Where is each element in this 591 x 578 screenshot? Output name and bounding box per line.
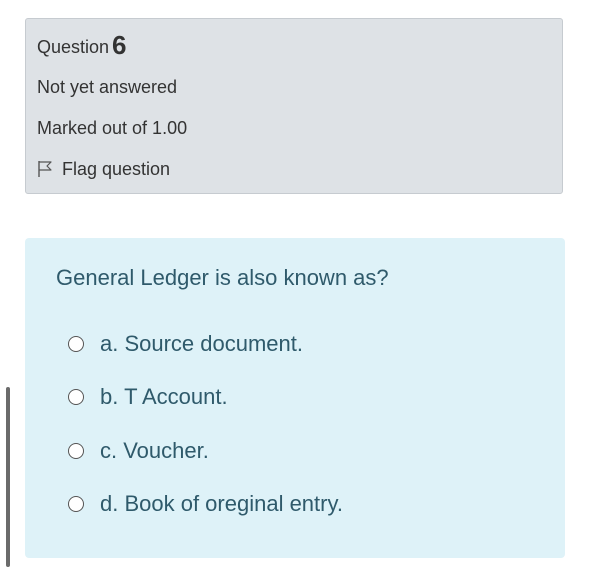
answer-option-a[interactable]: a. Source document. <box>68 329 303 359</box>
question-number: 6 <box>112 30 127 60</box>
radio-button[interactable] <box>68 389 84 405</box>
question-content-panel: General Ledger is also known as? a. Sour… <box>25 238 565 558</box>
flag-icon <box>37 160 53 178</box>
answer-label: c. Voucher. <box>100 438 209 463</box>
question-info-panel: Question 6 Not yet answered Marked out of… <box>25 18 563 194</box>
question-grade: Marked out of 1.00 <box>37 118 188 138</box>
answer-option-b[interactable]: b. T Account. <box>68 382 228 412</box>
vertical-scrollbar[interactable] <box>6 387 10 567</box>
flag-question-label: Flag question <box>62 159 171 179</box>
question-text: General Ledger is also known as? <box>56 265 389 290</box>
question-state: Not yet answered <box>37 77 178 97</box>
radio-button[interactable] <box>68 443 84 459</box>
flag-question-button[interactable]: Flag question <box>37 157 170 181</box>
radio-button[interactable] <box>68 496 84 512</box>
radio-button[interactable] <box>68 336 84 352</box>
answer-label: b. T Account. <box>100 384 228 409</box>
answer-option-d[interactable]: d. Book of oreginal entry. <box>68 489 343 519</box>
question-label: Question <box>37 37 110 57</box>
answer-label: a. Source document. <box>100 331 304 356</box>
answer-label: d. Book of oreginal entry. <box>100 491 343 516</box>
question-number-heading: Question 6 <box>37 32 127 60</box>
quiz-page: Question 6 Not yet answered Marked out of… <box>0 0 591 578</box>
answer-option-c[interactable]: c. Voucher. <box>68 436 209 466</box>
